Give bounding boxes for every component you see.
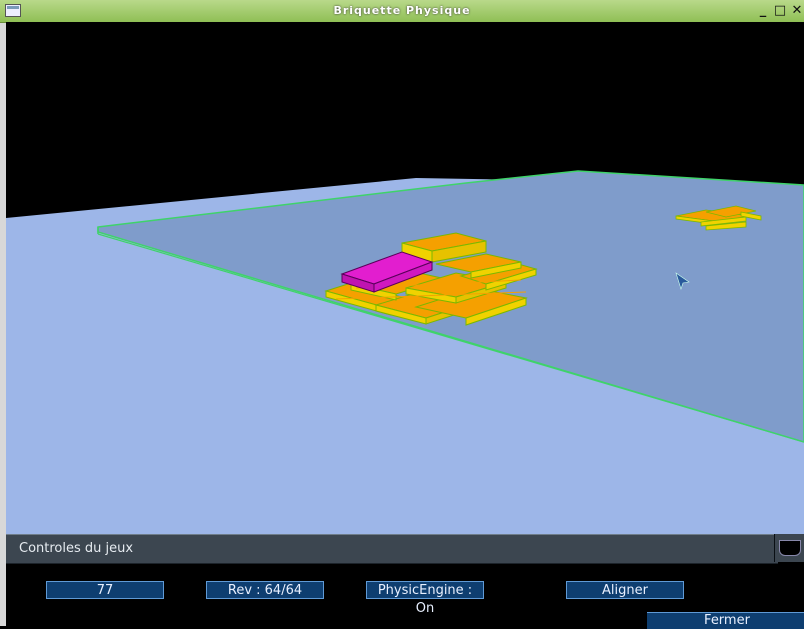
panel-header[interactable]: Controles du jeux — [6, 534, 778, 564]
scene-3d[interactable] — [6, 22, 804, 534]
revision-button[interactable]: Rev : 64/64 — [206, 581, 324, 599]
align-button[interactable]: Aligner — [566, 581, 684, 599]
close-icon[interactable]: ✕ — [790, 4, 804, 18]
minimize-icon[interactable]: _ — [756, 4, 770, 18]
window-title: Briquette Physique — [333, 4, 471, 17]
panel-title: Controles du jeux — [19, 541, 134, 556]
maximize-icon[interactable]: □ — [773, 4, 787, 18]
brick-count-button[interactable]: 77 — [46, 581, 164, 599]
controls-panel: Controles du jeux 77 Rev : 64/64 PhysicE… — [6, 534, 804, 629]
title-bar[interactable]: Briquette Physique _ □ ✕ — [0, 0, 804, 23]
panel-collapse-tab[interactable] — [774, 534, 804, 562]
physics-engine-toggle[interactable]: PhysicEngine : On — [366, 581, 484, 616]
game-viewport[interactable] — [6, 22, 804, 534]
close-panel-button[interactable]: Fermer — [647, 612, 804, 629]
